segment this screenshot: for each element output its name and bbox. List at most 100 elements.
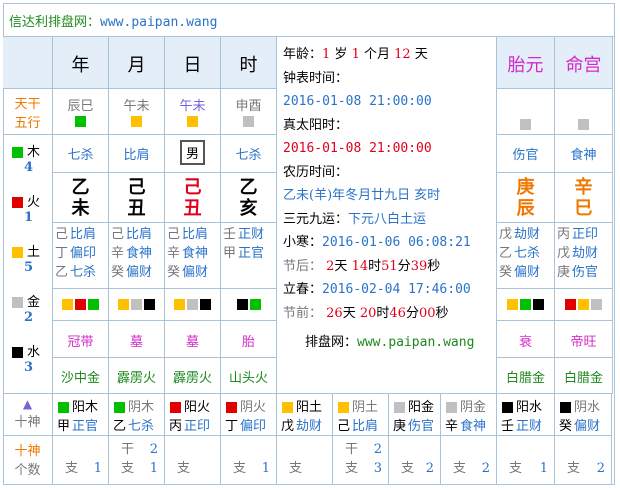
wuxing-name: 阳土 [296, 400, 323, 415]
canggan-shishen: 食神 [182, 246, 209, 261]
stem-label: 甲 [57, 419, 71, 434]
solar-label-line: 真太阳时： [283, 114, 496, 138]
gan-label: 干 [345, 442, 359, 457]
before-su: 秒 [435, 305, 449, 321]
wuxing-name: 阴木 [128, 400, 155, 415]
pillar-head-label-3: 时 [239, 55, 258, 76]
wuxing-square [446, 402, 457, 413]
after-hours: 14 [351, 258, 369, 274]
wuxing-square [170, 402, 181, 413]
canggan-shishen: 偏财 [182, 265, 209, 280]
pillar-kong-label-2: 午未 [179, 99, 206, 114]
pillar-kong-2: 午未 [165, 89, 221, 135]
canggan-shishen: 伤官 [572, 265, 599, 280]
element-square [533, 299, 544, 310]
shishen-row: 戊劫财 [281, 417, 332, 435]
element-square-3 [12, 297, 23, 308]
pillar-squares-0 [53, 289, 109, 321]
canggan-row: 丁偏印 [55, 244, 108, 263]
pillar-nayin-label-0: 沙中金 [60, 371, 100, 386]
canggan-row: 甲正官 [223, 244, 276, 263]
shishen-label-2: 十神 [14, 444, 41, 459]
shishen-value: 正官 [72, 419, 99, 434]
canggan-stem: 己 [55, 227, 69, 242]
pillar-nayin-label-3: 山头火 [228, 371, 268, 386]
clock-line: 2016-01-08 21:00:00 [283, 90, 496, 114]
zhi-count-row: 支1 [65, 459, 102, 478]
left-shishen: ▲ 十神 [3, 394, 53, 436]
pillar-zhi-1: 丑 [127, 198, 146, 219]
lichun-line: 立春：2016-02-04 17:46:00 [283, 278, 496, 302]
element-square [249, 299, 261, 310]
pillar-head-label-0: 年 [71, 55, 90, 76]
count-cell-5: 干2支3 [333, 436, 389, 485]
pillar-squares-2 [165, 289, 221, 321]
stem-label: 戊 [281, 419, 295, 434]
canggan-row: 辛食神 [111, 244, 164, 263]
solar-label: 真太阳时： [283, 117, 349, 133]
zhi-count: 1 [93, 461, 102, 476]
count-cell-8: 支1 [497, 436, 555, 485]
wuxing-row: 阳水 [501, 398, 554, 417]
wuxing-row: 阴木 [113, 398, 164, 417]
element-3: 金2 [3, 291, 52, 341]
zhi-count: 3 [373, 461, 382, 476]
canggan-shishen: 正财 [238, 227, 265, 242]
element-count-3: 2 [24, 310, 34, 325]
lichun-value: 2016-02-04 17:46:00 [322, 282, 471, 297]
right-gan-1: 辛 [574, 177, 593, 198]
lunar-value: 乙未(羊)年冬月廿九日 亥时 [283, 188, 441, 203]
pillar-shishen-label-0: 七杀 [67, 148, 94, 163]
stem-label: 壬 [501, 419, 515, 434]
pillar-head-label-1: 月 [127, 55, 146, 76]
age-label: 年龄： [283, 47, 323, 62]
left-head [3, 37, 53, 89]
element-square [200, 299, 211, 310]
pillar-ganzhi-0: 乙未 [53, 173, 109, 223]
zhi-count-row: 支1 [121, 459, 158, 478]
zhi-count-row: 支 [177, 459, 214, 478]
canggan-stem: 癸 [111, 265, 125, 280]
age-unit-2: 个月 [359, 47, 395, 62]
shishen-cell-9: 阴水癸偏财 [555, 394, 612, 436]
canggan-stem: 丙 [557, 227, 571, 242]
canggan-row: 癸偏财 [167, 263, 220, 282]
wuxing-name: 阳金 [408, 400, 435, 415]
pillar-kong-label-1: 午未 [123, 99, 150, 114]
pillar-head-2: 日 [165, 37, 221, 89]
count-cell-4: 支 [277, 436, 333, 485]
after-sec: 39 [410, 258, 428, 274]
element-1: 火1 [3, 191, 52, 241]
pillar-kong-square-0 [75, 116, 86, 127]
pillar-zhi-3: 亥 [239, 198, 258, 219]
element-square [507, 299, 518, 310]
element-0: 木4 [3, 141, 52, 191]
canggan-stem: 戊 [557, 246, 571, 261]
clock-label: 钟表时间： [283, 70, 349, 86]
gan-label: 干 [121, 442, 135, 457]
element-name-2: 土 [27, 245, 41, 260]
shishen-value: 偏财 [574, 419, 601, 434]
wuxing-name: 阳火 [184, 400, 211, 415]
zhi-count: 1 [261, 461, 270, 476]
right-head-1: 命宫 [555, 37, 613, 89]
triangle-icon: ▲ [22, 397, 33, 411]
pillar-squares-3 [221, 289, 277, 321]
after-line: 节后： 2天 14时51分39秒 [283, 255, 496, 279]
shishen-cell-6: 阳金庚伤官 [389, 394, 441, 436]
pillar-gan-0: 乙 [71, 177, 90, 198]
wuxing-name: 阴土 [352, 400, 379, 415]
element-square-4 [12, 347, 23, 358]
canggan-shishen: 正官 [238, 246, 265, 261]
zhi-count: 1 [149, 461, 158, 476]
canggan-row: 丙正印 [557, 225, 612, 244]
canggan-stem: 庚 [557, 265, 571, 280]
canggan-stem: 壬 [223, 227, 237, 242]
right-kong-1 [555, 89, 613, 135]
after-label: 节后： [283, 258, 323, 274]
right-shishen-label-1: 食神 [570, 148, 597, 163]
tiangan-label: 天干 [14, 97, 41, 112]
site-line: 排盘网：www.paipan.wang [283, 331, 496, 355]
after-su: 秒 [427, 258, 441, 274]
zhi-label: 支 [289, 461, 303, 476]
